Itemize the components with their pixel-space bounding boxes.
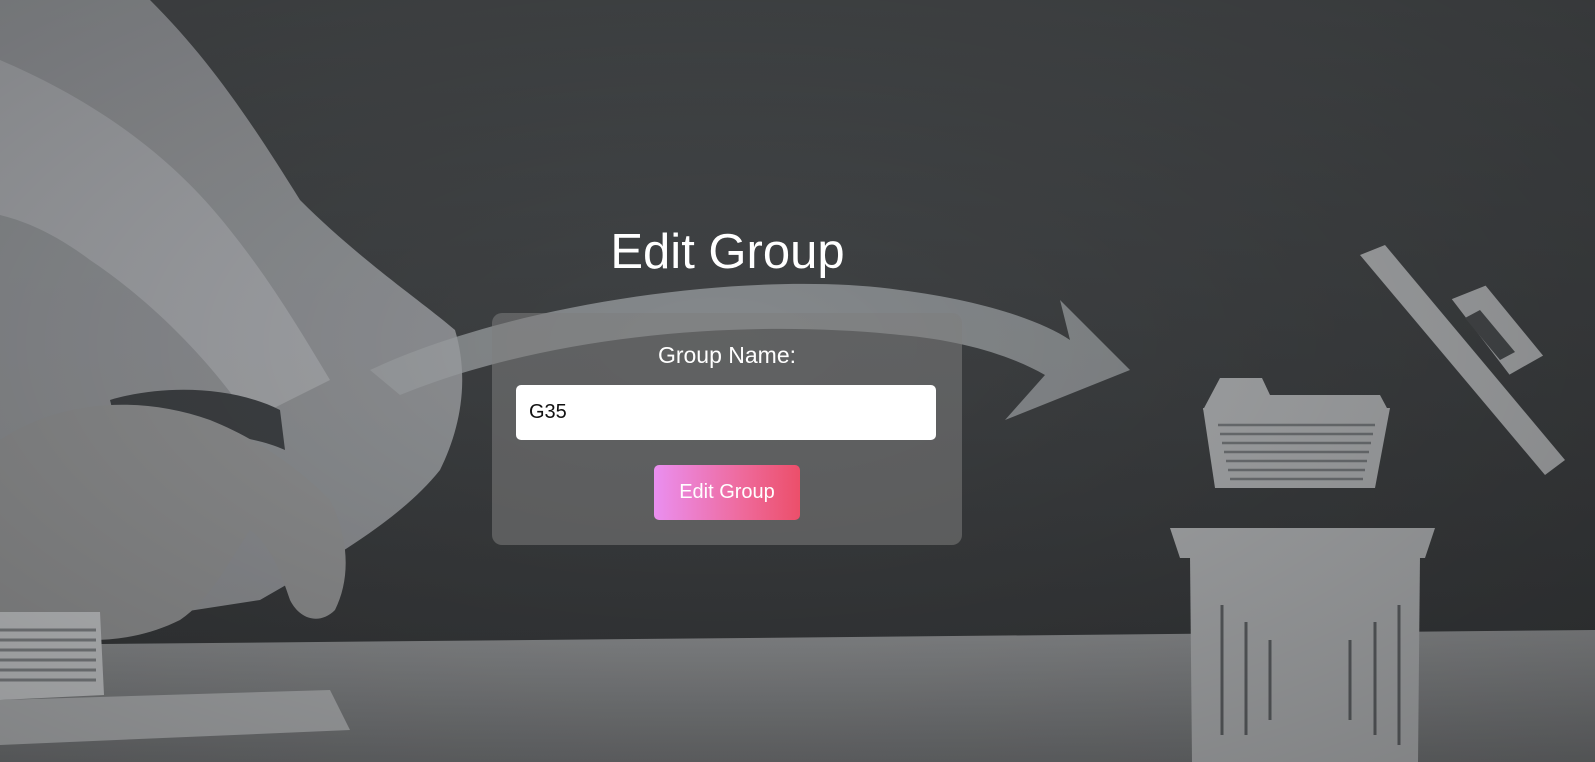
page-title: Edit Group (610, 225, 845, 279)
group-name-input[interactable] (516, 385, 936, 440)
edit-group-form: Group Name: Edit Group (492, 313, 962, 545)
edit-group-page: Edit Group Group Name: Edit Group (0, 0, 1595, 762)
group-name-label: Group Name: (657, 342, 797, 368)
edit-group-button[interactable]: Edit Group (654, 465, 800, 520)
